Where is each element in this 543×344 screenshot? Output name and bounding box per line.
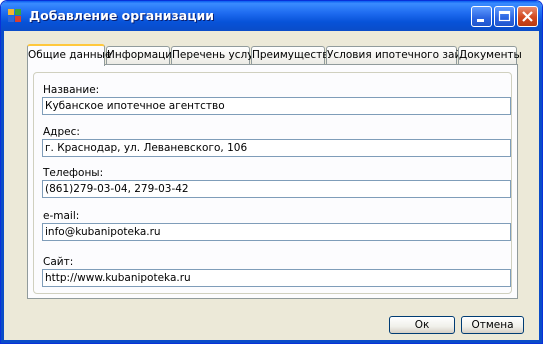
maximize-icon <box>498 10 511 22</box>
phones-field[interactable]: (861)279-03-04, 279-03-42 <box>42 180 511 198</box>
site-label: Сайт: <box>43 256 74 268</box>
close-icon <box>522 11 533 22</box>
minimize-icon <box>477 19 484 22</box>
minimize-button[interactable] <box>471 6 492 27</box>
tab-panel-general: Название: Кубанское ипотечное агентство … <box>27 64 518 299</box>
tab-services[interactable]: Перечень услуг <box>171 46 259 64</box>
window-title: Добавление организации <box>29 8 215 23</box>
tab-general[interactable]: Общие данные <box>27 44 111 66</box>
phones-label: Телефоны: <box>43 167 104 179</box>
maximize-button[interactable] <box>494 6 515 27</box>
tab-advantages[interactable]: Преимущества <box>251 46 335 64</box>
tab-documents[interactable]: Документы <box>458 46 522 64</box>
tab-information[interactable]: Информация <box>106 46 178 64</box>
site-field[interactable]: http://www.kubanipoteka.ru <box>42 269 511 287</box>
address-field[interactable]: г. Краснодар, ул. Леваневского, 106 <box>42 139 511 157</box>
email-field[interactable]: info@kubanipoteka.ru <box>42 223 511 241</box>
name-field[interactable]: Кубанское ипотечное агентство <box>42 97 511 115</box>
email-label: e-mail: <box>43 210 80 222</box>
tab-mortgage-terms[interactable]: Условия ипотечного займа <box>326 46 476 64</box>
app-icon <box>8 9 22 23</box>
address-label: Адрес: <box>43 126 80 138</box>
name-label: Название: <box>43 84 100 96</box>
window-frame-bottom <box>1 340 542 343</box>
dialog-window: Добавление организации Общие данные Инфо… <box>0 0 543 344</box>
window-frame-right <box>539 31 542 343</box>
cancel-button[interactable]: Отмена <box>461 316 524 334</box>
window-frame-left <box>1 31 4 343</box>
ok-button[interactable]: Ок <box>389 316 455 334</box>
close-button[interactable] <box>517 6 538 27</box>
title-bar[interactable]: Добавление организации <box>1 1 542 31</box>
